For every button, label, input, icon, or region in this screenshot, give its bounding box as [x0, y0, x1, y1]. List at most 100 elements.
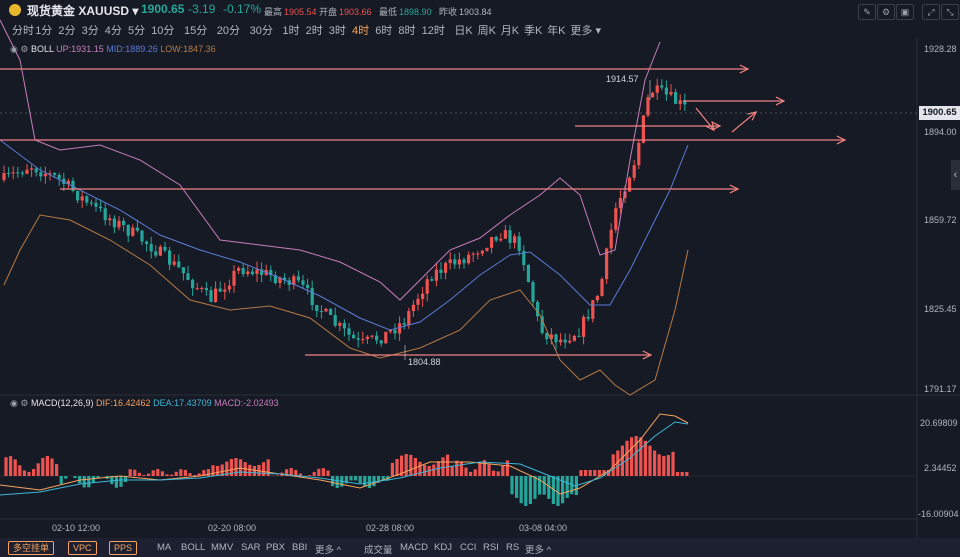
candle [145, 241, 149, 245]
macd-bar [50, 458, 54, 476]
macd-bar [676, 472, 680, 476]
tab-more-sub[interactable]: 更多 ^ [525, 542, 551, 556]
macd-bar [519, 476, 523, 504]
tab-volume[interactable]: 成交量 [364, 542, 393, 556]
candle [172, 261, 176, 265]
tab-mmv[interactable]: MMV [211, 542, 233, 553]
candle [246, 271, 250, 275]
candle [526, 265, 530, 283]
candle [651, 92, 655, 98]
boll-lower-line [3, 214, 689, 396]
macd-bar [151, 470, 155, 476]
macd-bar [524, 476, 528, 506]
macd-bar [418, 461, 422, 476]
candle [499, 238, 503, 241]
candle [218, 288, 222, 292]
candle [453, 259, 457, 265]
candle [158, 246, 162, 256]
candle [342, 323, 346, 329]
candle [508, 230, 512, 243]
settings-icon[interactable]: ⚙ [20, 398, 28, 408]
candle [411, 304, 415, 312]
macd-bar [620, 445, 624, 476]
price-tick: 1928.28 [924, 44, 957, 54]
time-tick: 03-08 04:00 [519, 523, 568, 533]
macd-bar [216, 465, 220, 476]
macd-bar [262, 462, 266, 476]
eye-icon[interactable]: ◉ [10, 44, 18, 54]
candle [117, 220, 121, 228]
macd-bar [685, 472, 689, 476]
candle [57, 174, 61, 179]
order-book-button[interactable]: 多空挂单 [8, 541, 55, 555]
macd-bar [533, 476, 537, 499]
macd-bar [248, 464, 252, 476]
candle [154, 251, 158, 256]
tab-rs[interactable]: RS [506, 542, 519, 553]
candle [296, 276, 300, 281]
tab-more-main[interactable]: 更多 ^ [315, 542, 341, 556]
macd-bar [542, 476, 546, 495]
candle [531, 282, 535, 302]
candle [250, 271, 254, 275]
macd-bar [404, 454, 408, 476]
candle [485, 247, 489, 251]
candle [80, 196, 84, 201]
tab-pbx[interactable]: PBX [266, 542, 285, 553]
macd-bar [13, 459, 17, 476]
vpc-button[interactable]: VPC [68, 541, 97, 555]
tab-kdj[interactable]: KDJ [434, 542, 452, 553]
up-arrow [731, 111, 757, 133]
macd-bar [450, 466, 454, 476]
tab-boll[interactable]: BOLL [181, 542, 205, 553]
macd-bar [9, 456, 13, 476]
candle [660, 85, 664, 88]
macd-dea-line [0, 421, 689, 496]
tab-sar[interactable]: SAR [241, 542, 261, 553]
macd-bar [174, 471, 178, 476]
macd-bar [183, 469, 187, 476]
candle [554, 334, 558, 343]
macd-bar [91, 476, 95, 484]
boll-legend: ◉ ⚙ BOLL UP:1931.15 MID:1889.26 LOW:1847… [10, 44, 216, 54]
macd-bar [160, 471, 164, 476]
macd-bar [372, 476, 376, 487]
candle [352, 334, 356, 339]
tab-rsi[interactable]: RSI [483, 542, 499, 553]
candle [204, 287, 208, 291]
eye-icon[interactable]: ◉ [10, 398, 18, 408]
pps-button[interactable]: PPS [109, 541, 138, 555]
tab-cci[interactable]: CCI [460, 542, 476, 553]
candle [356, 338, 360, 340]
candle [582, 316, 586, 337]
candle [457, 259, 461, 265]
low-annotation: 1804.88 [408, 357, 441, 367]
macd-bar [395, 459, 399, 476]
macd-bar [671, 451, 675, 476]
candle [255, 269, 259, 275]
macd-bar [464, 467, 468, 476]
macd-bar [82, 476, 86, 488]
tab-ma[interactable]: MA [157, 542, 171, 553]
tab-macd[interactable]: MACD [400, 542, 428, 553]
candle [53, 173, 57, 175]
candle [494, 237, 498, 241]
macd-tick: 20.69809 [920, 418, 958, 428]
macd-bar [45, 456, 49, 476]
candle [135, 227, 139, 231]
macd-bar [565, 476, 569, 498]
candle [85, 196, 89, 203]
macd-bar [390, 462, 394, 476]
collapse-panel-button[interactable]: ‹ [951, 160, 960, 190]
candle [384, 331, 388, 344]
tab-bbi[interactable]: BBI [292, 542, 307, 553]
price-chart[interactable] [0, 0, 960, 557]
settings-icon[interactable]: ⚙ [20, 44, 28, 54]
candle [416, 298, 420, 305]
macd-legend: ◉ ⚙ MACD(12,26,9) DIF:16.42462 DEA:17.43… [10, 398, 279, 408]
candle [223, 289, 227, 292]
macd-bar [487, 464, 491, 476]
candle [600, 279, 604, 297]
candle [126, 225, 130, 236]
candle [641, 115, 645, 143]
